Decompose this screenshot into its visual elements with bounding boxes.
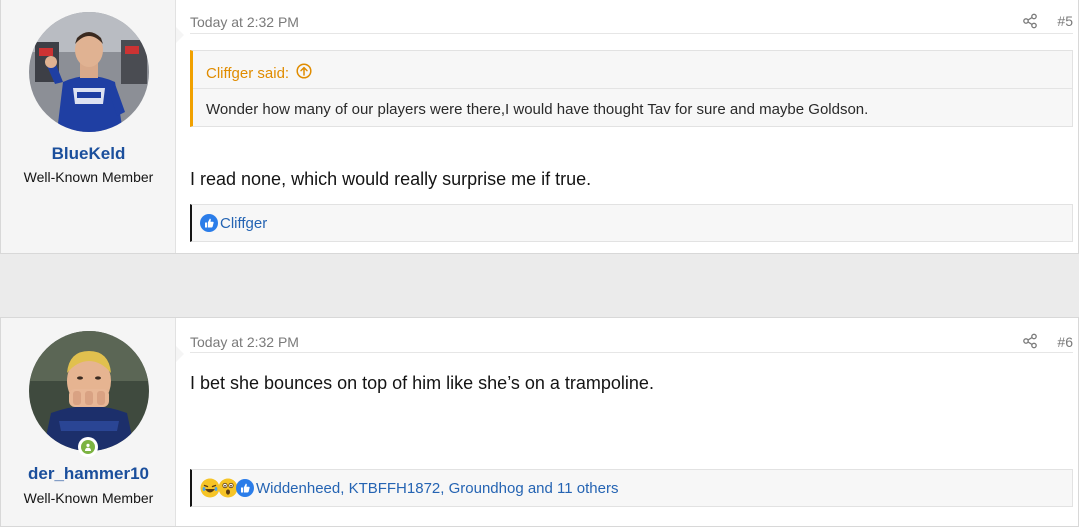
quote-block: Cliffger said: Wonder how many of our pl… [190, 50, 1073, 127]
post-header: Today at 2:32 PM #5 [190, 0, 1073, 34]
quote-author: Cliffger said: [206, 64, 290, 82]
post-5: BlueKeld Well-Known Member Today at 2:32… [0, 0, 1079, 254]
post-date[interactable]: Today at 2:32 PM [190, 14, 299, 30]
quote-text: Wonder how many of our players were ther… [206, 101, 869, 118]
online-icon [81, 440, 95, 454]
like-icon [236, 479, 254, 497]
share-icon[interactable] [1022, 13, 1038, 29]
user-info-panel: der_hammer10 Well-Known Member [1, 318, 184, 526]
haha-icon [200, 478, 220, 498]
reaction-icons [200, 478, 254, 498]
jump-to-quote-icon[interactable] [296, 63, 312, 83]
avatar[interactable] [29, 12, 149, 132]
online-status-indicator [78, 437, 98, 457]
username[interactable]: der_hammer10 [1, 464, 176, 484]
reaction-users-link[interactable]: Widdenheed, KTBFFH1872, Groundhog and 11… [256, 480, 618, 497]
reactions-bar[interactable]: Cliffger [190, 204, 1073, 242]
post-header: Today at 2:32 PM #6 [190, 318, 1073, 353]
share-icon[interactable] [1022, 333, 1038, 349]
post-number-link[interactable]: #5 [1057, 13, 1073, 29]
post-body: I bet she bounces on top of him like she… [190, 373, 654, 393]
like-icon [200, 214, 218, 232]
reactions-bar[interactable]: Widdenheed, KTBFFH1872, Groundhog and 11… [190, 469, 1073, 507]
wow-icon [218, 478, 238, 498]
reaction-icons [200, 214, 218, 232]
quote-author-link[interactable]: Cliffger said: [206, 63, 312, 83]
post-6: der_hammer10 Well-Known Member Today at … [0, 317, 1079, 527]
username[interactable]: BlueKeld [1, 144, 176, 164]
user-title: Well-Known Member [23, 490, 154, 506]
user-title: Well-Known Member [23, 169, 154, 185]
quote-divider [193, 88, 1072, 89]
user-info-panel: BlueKeld Well-Known Member [1, 0, 184, 253]
post-number-link[interactable]: #6 [1057, 334, 1073, 350]
reaction-users-link[interactable]: Cliffger [220, 215, 267, 232]
avatar[interactable] [29, 331, 149, 451]
post-body: I read none, which would really surprise… [190, 169, 592, 189]
post-date[interactable]: Today at 2:32 PM [190, 334, 299, 350]
